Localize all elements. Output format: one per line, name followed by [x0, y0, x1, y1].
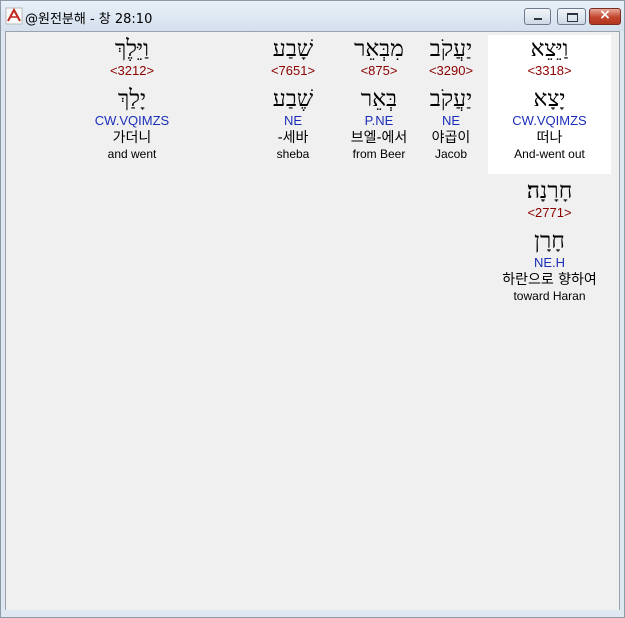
parsing-code: NE — [441, 113, 461, 128]
maximize-icon — [567, 13, 578, 22]
hebrew-root: בְּאֵר — [360, 86, 398, 112]
hebrew-root: חָרָן — [534, 228, 565, 254]
window-title: @원전분해 - 창 28:10 — [25, 12, 153, 27]
parsing-code: NE.H — [533, 255, 566, 270]
english-gloss: from Beer — [352, 147, 406, 161]
english-gloss: toward Haran — [513, 289, 586, 303]
hebrew-root: יָלַךְ — [117, 86, 147, 112]
hebrew-surface: חָרָנָה׃ — [526, 178, 573, 204]
strong-number[interactable]: <3290> — [416, 63, 486, 79]
app-icon — [5, 7, 23, 25]
parsing-code: P.NE — [364, 113, 394, 128]
korean-gloss: 가더니 — [112, 130, 152, 146]
word-card-5[interactable]: וַיֵּלֶךְ <3212> יָלַךְ CW.VQIMZS 가더니 an… — [72, 35, 192, 174]
app-window: @원전분해 - 창 28:10 × וַיֵּצֵא <3318> יָצָא … — [0, 0, 625, 618]
hebrew-surface: וַיֵּלֶךְ — [115, 36, 149, 62]
interlinear-panel: וַיֵּצֵא <3318> יָצָא CW.VQIMZS 떠나 And-w… — [5, 31, 620, 611]
korean-gloss: 떠나 — [536, 130, 563, 146]
hebrew-surface: יַעֲקֹב — [429, 36, 473, 62]
strong-number[interactable]: <875> — [339, 63, 419, 79]
english-gloss: And-went out — [514, 147, 585, 161]
korean-gloss: -세바 — [277, 130, 309, 146]
hebrew-root: יַעֲקֹב — [429, 86, 473, 112]
english-gloss: and went — [107, 147, 157, 161]
word-card-4[interactable]: שָׁבַע <7651> שֶׁבַע NE -세바 sheba — [258, 35, 328, 174]
minimize-icon — [534, 18, 542, 20]
english-gloss: Jacob — [434, 147, 468, 161]
title-bar[interactable]: @원전분해 - 창 28:10 × — [1, 1, 624, 31]
strong-number[interactable]: <2771> — [488, 205, 611, 221]
korean-gloss: 야곱이 — [431, 130, 471, 146]
word-card-3[interactable]: מִבְּאֵר <875> בְּאֵר P.NE 브엘-에서 from Be… — [339, 35, 419, 174]
hebrew-surface: שָׁבַע — [272, 36, 314, 62]
hebrew-root: שֶׁבַע — [272, 86, 314, 112]
word-card-2[interactable]: יַעֲקֹב <3290> יַעֲקֹב NE 야곱이 Jacob — [416, 35, 486, 174]
hebrew-root: יָצָא — [533, 86, 566, 112]
strong-number[interactable]: <3318> — [488, 63, 611, 79]
word-card-6[interactable]: חָרָנָה׃ <2771> חָרָן NE.H 하란으로 향하여 towa… — [488, 177, 611, 316]
strong-number[interactable]: <3212> — [72, 63, 192, 79]
parsing-code: NE — [283, 113, 303, 128]
close-button[interactable]: × — [589, 7, 621, 25]
minimize-button[interactable] — [524, 8, 551, 25]
parsing-code: CW.VQIMZS — [512, 113, 587, 128]
strong-number[interactable]: <7651> — [258, 63, 328, 79]
hebrew-surface: מִבְּאֵר — [354, 36, 404, 62]
close-icon: × — [599, 7, 611, 23]
korean-gloss: 브엘-에서 — [350, 130, 408, 146]
parsing-code: CW.VQIMZS — [94, 113, 170, 128]
word-card-1[interactable]: וַיֵּצֵא <3318> יָצָא CW.VQIMZS 떠나 And-w… — [488, 35, 611, 174]
maximize-button[interactable] — [557, 8, 586, 25]
hebrew-surface: וַיֵּצֵא — [530, 36, 569, 62]
window-bottom-border — [1, 610, 624, 617]
english-gloss: sheba — [276, 147, 310, 161]
korean-gloss: 하란으로 향하여 — [502, 272, 597, 288]
